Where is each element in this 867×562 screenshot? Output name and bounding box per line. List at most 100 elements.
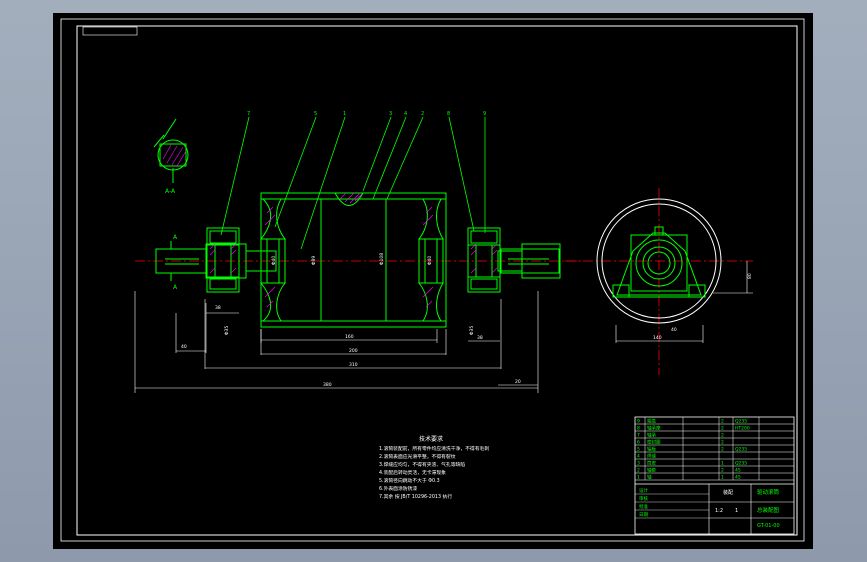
scale-label: 1:2 [715, 508, 723, 514]
leader-line [386, 116, 424, 200]
note-line: 5.滚筒径向跳动不大于 Φ0.3 [379, 477, 440, 484]
material-label: 装配 [723, 489, 733, 496]
title-cell: 1 [721, 475, 724, 481]
title-cell: 8 [637, 426, 640, 432]
dimension-hub-bore: Φ40 [271, 256, 277, 265]
sign-label-designer: 设计 [639, 487, 648, 494]
weld-hatch [339, 192, 363, 204]
note-line: 6.外表面涂防锈漆 [379, 485, 417, 492]
title-cell: 轴承座 [647, 425, 661, 432]
note-line: 1.滚筒装配前，所有零件均应清洗干净，不得有毛刺 [379, 445, 489, 452]
dimension-bearing-seat-left: Φ35 [224, 326, 230, 335]
title-cell: 1 [637, 475, 640, 481]
title-cell: 45 [735, 475, 741, 481]
balloon-label: 7 [247, 111, 250, 117]
leader-line [372, 116, 407, 200]
title-cell: 1 [721, 461, 724, 467]
title-cell: 7 [637, 433, 640, 439]
note-line: 4.装配后转动灵活，无卡滞现象 [379, 469, 446, 476]
title-cell: 6 [637, 440, 640, 446]
leader-line [300, 116, 346, 250]
title-cell: 3 [637, 461, 640, 467]
title-cell: 密封圈 [647, 439, 661, 446]
dimension-between-bearings: 200 [349, 348, 358, 354]
sign-label-approver: 批准 [639, 503, 648, 510]
balloon-label: 9 [483, 111, 486, 117]
balloon-label: 1 [343, 111, 346, 117]
title-cell: 45 [735, 468, 741, 474]
section-detail-hatch [162, 144, 187, 167]
dimension-shell-inner: Φ89 [311, 256, 317, 265]
dimension-side-height: 80 [747, 273, 753, 279]
note-line: 3.焊缝应均匀，不得有夹渣、气孔等缺陷 [379, 461, 465, 468]
dimension-bearing-width-left: 38 [215, 305, 221, 311]
title-cell: 筒皮 [647, 460, 656, 467]
drawing-subtitle: 总装配图 [757, 506, 780, 514]
hub-hatch [264, 206, 434, 308]
title-cell: 2 [721, 419, 724, 425]
title-block: 9 端盖 2 Q235 8 轴承座 2 HT200 7 轴承 2 6 密封圈 2 5 辐板 2 Q235 4 焊缝 3 筒… [634, 416, 795, 535]
assembly-drawing: A A A-A 7 5 1 3 4 2 8 9 3840Φ35Φ40 Φ89 Φ… [60, 18, 805, 542]
dimension-shaft-right: 20 [515, 379, 521, 385]
drawing-title: 驱动滚筒 [757, 488, 780, 496]
note-line: 2.滚筒表面应光滑平整，不得有裂纹 [379, 453, 456, 460]
leader-line [220, 116, 250, 236]
dimension-bearing-seat-right: Φ35 [469, 326, 475, 335]
leader-line [274, 116, 317, 228]
title-cell: 2 [637, 468, 640, 474]
title-cell: Q235 [735, 461, 747, 467]
balloon-label: 2 [421, 111, 424, 117]
bearing-right [467, 227, 501, 293]
drawing-number: GT-01-00 [757, 523, 780, 529]
dimension-side-base: 140 [653, 335, 662, 341]
cad-viewport: A A A-A 7 5 1 3 4 2 8 9 38 40 Φ35 Φ40 Φ8… [0, 0, 867, 562]
title-cell: 9 [637, 419, 640, 425]
bearing-right-hatch [470, 243, 498, 274]
title-cell: 2 [721, 440, 724, 446]
drawing-canvas[interactable]: A A A-A 7 5 1 3 4 2 8 9 38 40 Φ35 Φ40 Φ8… [53, 13, 813, 549]
balloon-labels: 7 5 1 3 4 2 8 9 [247, 111, 486, 117]
leader-line [362, 116, 392, 192]
drum-shell [260, 192, 447, 328]
balloon-label: 5 [314, 111, 317, 117]
title-cell: Q235 [735, 419, 747, 425]
title-cell: 2 [721, 426, 724, 432]
title-cell: 焊缝 [647, 453, 656, 460]
title-cell: 2 [721, 447, 724, 453]
note-line: 7.其余 按 JB/T 10296-2013 执行 [379, 493, 452, 500]
section-mark-bottom: A [173, 284, 178, 291]
sign-label-checker: 审核 [639, 495, 648, 502]
notes-title: 技术要求 [419, 435, 443, 443]
title-cell: HT200 [735, 426, 750, 432]
title-cell: 4 [637, 454, 640, 460]
bearing-left-hatch [209, 243, 237, 274]
dimension-overall: 380 [323, 382, 332, 388]
title-cell: 2 [721, 433, 724, 439]
balloon-label: 4 [404, 111, 407, 117]
title-cell: 轴 [647, 474, 652, 481]
sign-label-date: 日期 [639, 512, 648, 518]
title-cell: 5 [637, 447, 640, 453]
section-mark-top: A [173, 234, 178, 241]
center-lines [135, 188, 753, 375]
section-label: A-A [165, 188, 176, 195]
dimension-shell-outer: Φ108 [379, 253, 385, 265]
technical-notes: 技术要求 1.滚筒装配前，所有零件均应清洗干净，不得有毛刺2.滚筒表面应光滑平整，… [379, 435, 489, 500]
dimension-shaft-end: 40 [181, 344, 187, 350]
section-detail [153, 118, 189, 183]
dimension-shell-length: 160 [345, 334, 354, 340]
title-cell: 辐板 [647, 446, 656, 453]
dimension-side-width: 40 [671, 327, 677, 333]
bearing-left [206, 227, 240, 293]
dimension-hub-bore-right: Φ40 [427, 256, 433, 265]
title-cell: 轴承 [647, 432, 656, 439]
dimension-bearing-width-right: 38 [477, 335, 483, 341]
leader-line [448, 116, 475, 232]
title-cell: 2 [721, 468, 724, 474]
sheet-label: 1 [735, 508, 738, 514]
dimension-bearing-span: 310 [349, 362, 358, 368]
balloon-label: 8 [447, 111, 450, 117]
balloon-label: 3 [389, 111, 392, 117]
title-cell: 端盖 [647, 418, 656, 425]
title-cell: Q235 [735, 447, 747, 453]
